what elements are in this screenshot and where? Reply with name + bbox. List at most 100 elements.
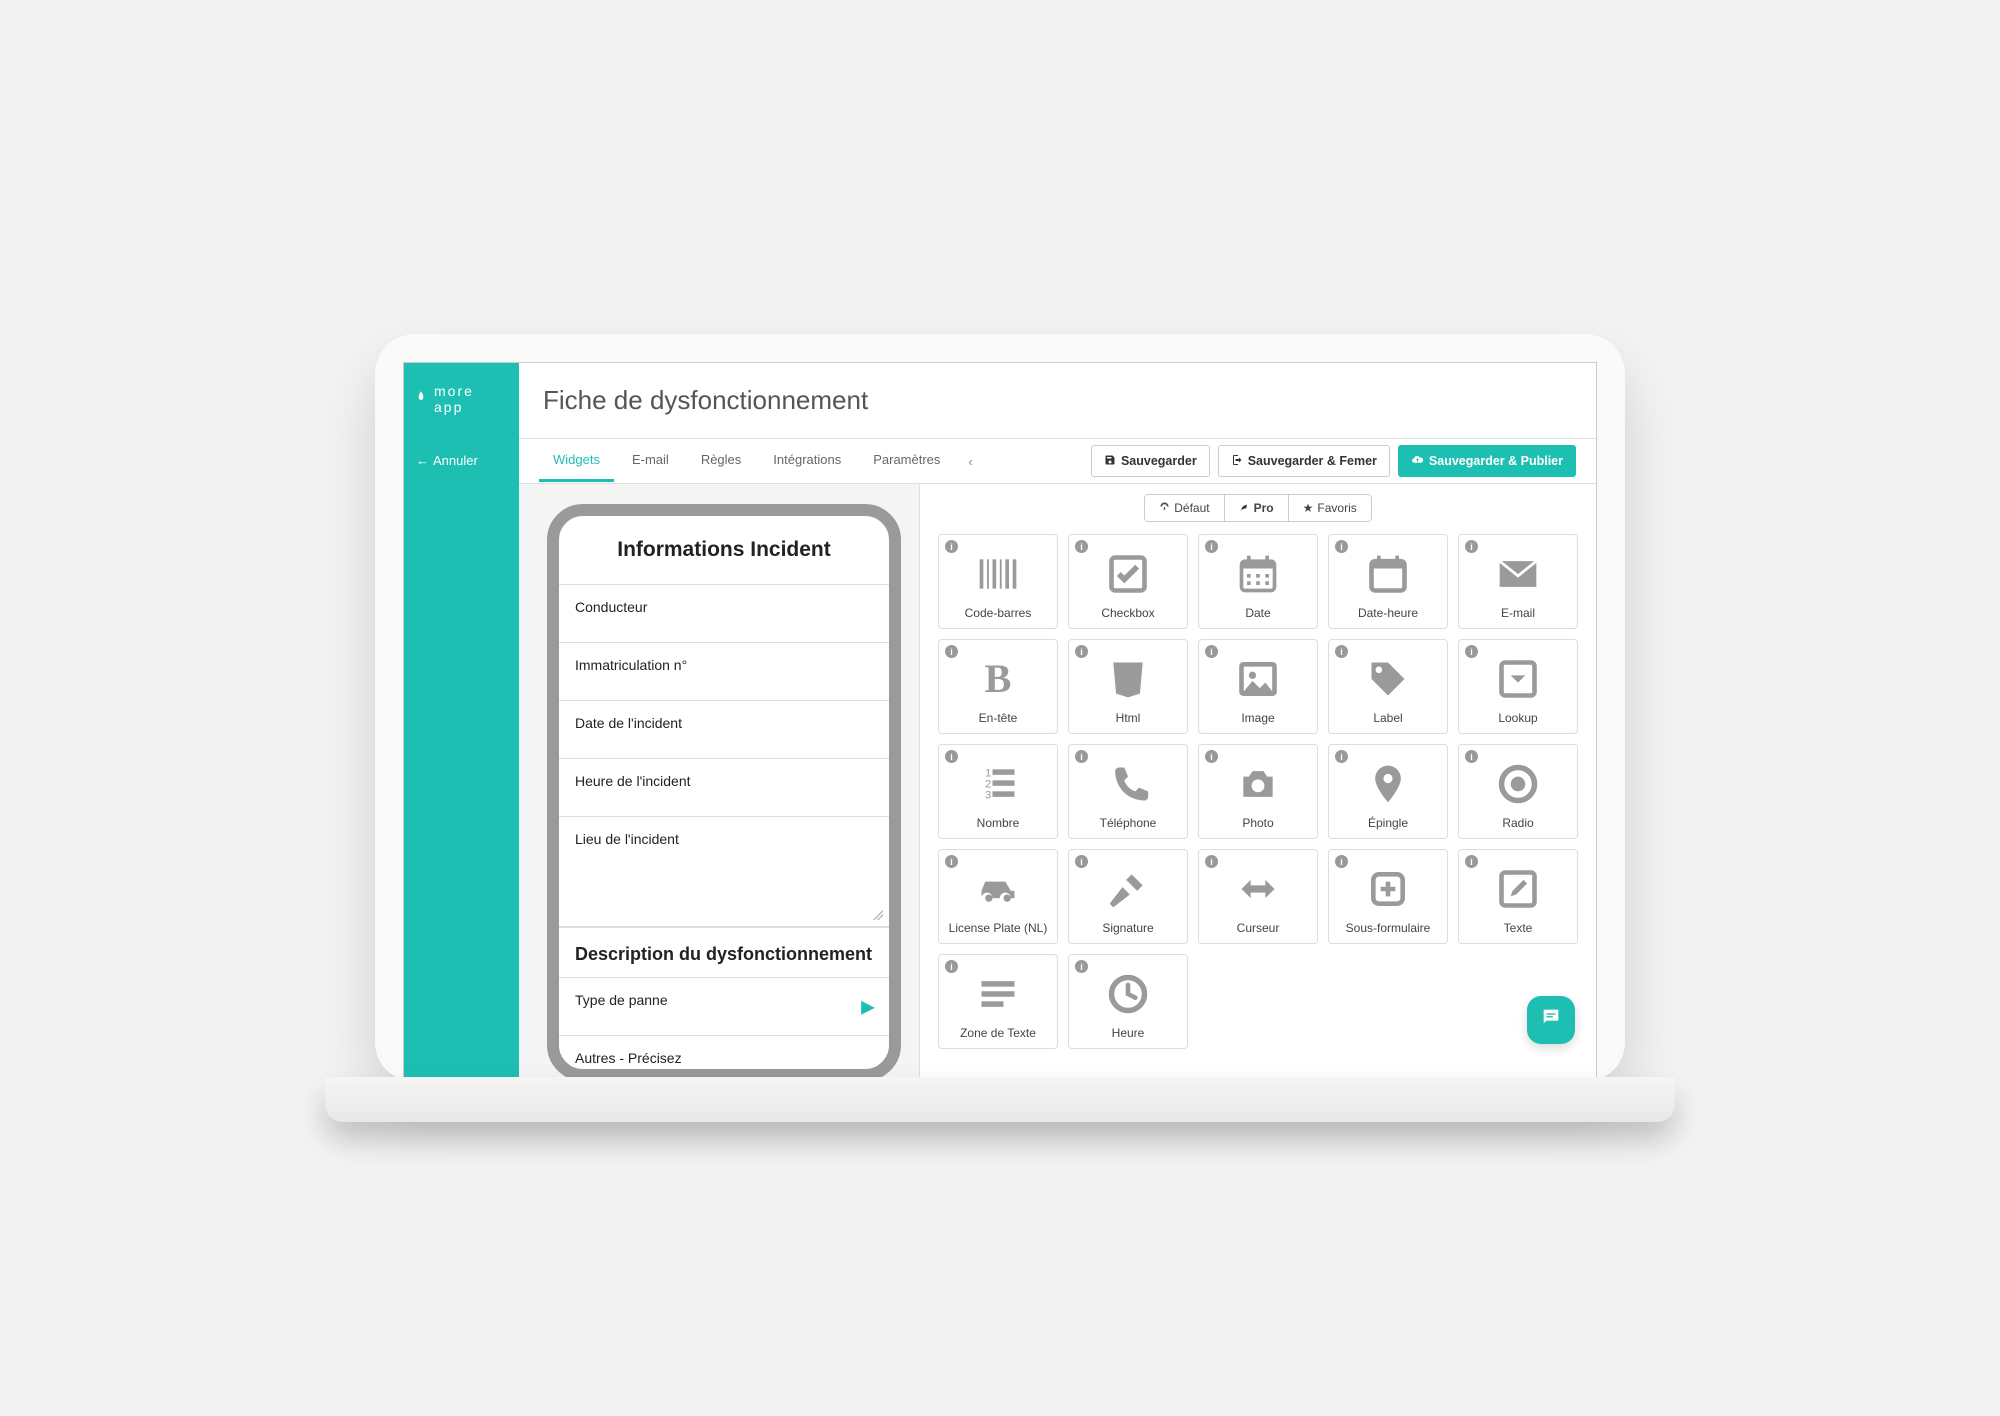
widget-gavel[interactable]: iSignature [1068, 849, 1188, 944]
chat-fab[interactable] [1527, 996, 1575, 1044]
widget-number-list[interactable]: iNombre [938, 744, 1058, 839]
widget-barcode[interactable]: iCode-barres [938, 534, 1058, 629]
lookup-icon [1496, 646, 1540, 711]
tab-row: WidgetsE-mailRèglesIntégrationsParamètre… [519, 439, 1596, 484]
tab-règles[interactable]: Règles [687, 440, 755, 482]
chat-icon [1540, 1006, 1562, 1034]
save-publish-button[interactable]: Sauvegarder & Publier [1398, 445, 1576, 477]
widget-lookup[interactable]: i Lookup [1458, 639, 1578, 734]
sidebar: more app ← Annuler [404, 363, 519, 1081]
widget-envelope[interactable]: i E-mail [1458, 534, 1578, 629]
gavel-icon [1106, 856, 1150, 921]
widget-header-b[interactable]: iEn-tête [938, 639, 1058, 734]
widget-label: Heure [1112, 1026, 1145, 1040]
form-field[interactable]: Heure de l'incident [559, 758, 889, 816]
brand-logo: more app [404, 363, 519, 435]
widget-label: Zone de Texte [960, 1026, 1036, 1040]
cancel-button[interactable]: ← Annuler [404, 435, 519, 486]
cancel-label: Annuler [433, 453, 478, 468]
plus-box-icon [1366, 856, 1410, 921]
info-icon[interactable]: i [945, 855, 958, 868]
widget-slider-arrows[interactable]: iCurseur [1198, 849, 1318, 944]
main-content: Fiche de dysfonctionnement WidgetsE-mail… [519, 363, 1596, 1081]
widget-edit-box[interactable]: iTexte [1458, 849, 1578, 944]
form-field[interactable]: Immatriculation n° [559, 642, 889, 700]
widget-pin[interactable]: iÉpingle [1328, 744, 1448, 839]
info-icon[interactable]: i [1465, 540, 1478, 553]
widget-checkbox[interactable]: iCheckbox [1068, 534, 1188, 629]
info-icon[interactable]: i [1075, 960, 1088, 973]
info-icon[interactable]: i [945, 645, 958, 658]
checkbox-icon [1106, 541, 1150, 606]
widget-radio[interactable]: i Radio [1458, 744, 1578, 839]
save-button[interactable]: Sauvegarder [1091, 445, 1210, 477]
form-section-title: Informations Incident [559, 516, 889, 584]
radio-icon [1496, 751, 1540, 816]
info-icon[interactable]: i [1335, 645, 1348, 658]
info-icon[interactable]: i [1335, 855, 1348, 868]
info-icon[interactable]: i [1205, 855, 1218, 868]
widget-image[interactable]: iImage [1198, 639, 1318, 734]
slider-arrows-icon [1236, 856, 1280, 921]
widget-tag[interactable]: iLabel [1328, 639, 1448, 734]
form-field[interactable]: Date de l'incident [559, 700, 889, 758]
edit-box-icon [1496, 856, 1540, 921]
tab-e-mail[interactable]: E-mail [618, 440, 683, 482]
tabs-prev-chevron-icon[interactable]: ‹ [958, 442, 982, 481]
barcode-icon [976, 541, 1020, 606]
widget-tab-default[interactable]: Défaut [1145, 495, 1223, 521]
widget-plus-box[interactable]: i Sous-formulaire [1328, 849, 1448, 944]
tab-paramètres[interactable]: Paramètres [859, 440, 954, 482]
info-icon[interactable]: i [945, 750, 958, 763]
phone-preview-pane: Informations Incident ConducteurImmatric… [519, 484, 919, 1081]
info-icon[interactable]: i [1205, 750, 1218, 763]
form-field[interactable]: Lieu de l'incident [559, 816, 889, 926]
info-icon[interactable]: i [945, 960, 958, 973]
info-icon[interactable]: i [945, 540, 958, 553]
info-icon[interactable]: i [1335, 750, 1348, 763]
tab-intégrations[interactable]: Intégrations [759, 440, 855, 482]
widget-calendar-blank[interactable]: iDate-heure [1328, 534, 1448, 629]
widget-calendar-grid[interactable]: iDate [1198, 534, 1318, 629]
form-field[interactable]: Autres - Précisez [559, 1035, 889, 1081]
logout-icon [1231, 454, 1243, 469]
title-bar: Fiche de dysfonctionnement [519, 363, 1596, 439]
widget-tab-favorites[interactable]: ★ Favoris [1288, 495, 1371, 521]
info-icon[interactable]: i [1075, 645, 1088, 658]
info-icon[interactable]: i [1075, 540, 1088, 553]
clock-icon [1106, 961, 1150, 1026]
save-close-button[interactable]: Sauvegarder & Femer [1218, 445, 1390, 477]
info-icon[interactable]: i [1465, 645, 1478, 658]
info-icon[interactable]: i [1335, 540, 1348, 553]
widget-tab-pro[interactable]: Pro [1224, 495, 1288, 521]
brand-text: more app [434, 383, 509, 415]
info-icon[interactable]: i [1205, 540, 1218, 553]
widget-camera[interactable]: i Photo [1198, 744, 1318, 839]
widget-car[interactable]: iLicense Plate (NL) [938, 849, 1058, 944]
form-field[interactable]: Type de panne▶ [559, 977, 889, 1035]
widget-phone[interactable]: iTéléphone [1068, 744, 1188, 839]
form-field[interactable]: Conducteur [559, 584, 889, 642]
tab-widgets[interactable]: Widgets [539, 440, 614, 482]
leaf-icon [1239, 501, 1250, 515]
text-lines-icon [976, 961, 1020, 1026]
widget-html5[interactable]: iHtml [1068, 639, 1188, 734]
info-icon[interactable]: i [1075, 750, 1088, 763]
info-icon[interactable]: i [1205, 645, 1218, 658]
widget-label: Lookup [1498, 711, 1537, 725]
phone-icon [1106, 751, 1150, 816]
dashboard-icon [1159, 501, 1170, 515]
page-title: Fiche de dysfonctionnement [543, 385, 1572, 416]
widget-clock[interactable]: i Heure [1068, 954, 1188, 1049]
envelope-icon [1496, 541, 1540, 606]
info-icon[interactable]: i [1075, 855, 1088, 868]
calendar-grid-icon [1236, 541, 1280, 606]
info-icon[interactable]: i [1465, 855, 1478, 868]
widget-label: Sous-formulaire [1346, 921, 1431, 935]
widget-label: Photo [1242, 816, 1273, 830]
widget-label: E-mail [1501, 606, 1535, 620]
widget-label: Radio [1502, 816, 1533, 830]
car-icon [976, 856, 1020, 921]
widget-text-lines[interactable]: i Zone de Texte [938, 954, 1058, 1049]
info-icon[interactable]: i [1465, 750, 1478, 763]
